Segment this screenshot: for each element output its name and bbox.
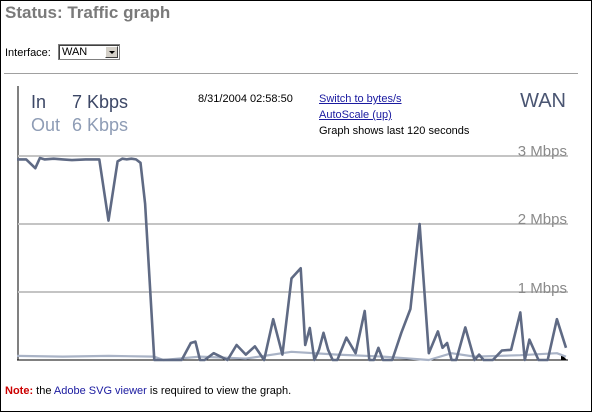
interface-name: WAN [520, 90, 566, 112]
note-text-before: the [33, 385, 54, 397]
in-label: In [31, 92, 47, 112]
series-line-in [17, 156, 568, 362]
out-value: 6 Kbps [72, 115, 129, 135]
switch-to-bytes-link[interactable]: Switch to bytes/s [319, 93, 402, 105]
interface-select-value: WAN [62, 46, 88, 58]
out-label: Out [31, 115, 61, 135]
divider [4, 73, 578, 74]
axis-label-3mbps: 3 Mbps [517, 143, 567, 160]
axis-label-1mbps: 1 Mbps [517, 280, 567, 297]
note: Note: the Adobe SVG viewer is required t… [5, 385, 291, 397]
note-key: Note: [5, 385, 34, 397]
graph-info: Graph shows last 120 seconds [319, 125, 470, 137]
in-value: 7 Kbps [72, 92, 129, 112]
axis-label-2mbps: 2 Mbps [517, 211, 567, 228]
adobe-svg-viewer-link[interactable]: Adobe SVG viewer [54, 385, 147, 397]
note-text-after: is required to view the graph. [146, 385, 292, 397]
interface-select[interactable]: WAN [58, 44, 120, 60]
graph-timestamp: 8/31/2004 02:58:50 [198, 93, 293, 105]
interface-label: Interface: [5, 47, 51, 59]
autoscale-link[interactable]: AutoScale (up) [319, 109, 392, 121]
chevron-down-icon[interactable] [105, 46, 118, 58]
page-title: Status: Traffic graph [5, 3, 171, 22]
